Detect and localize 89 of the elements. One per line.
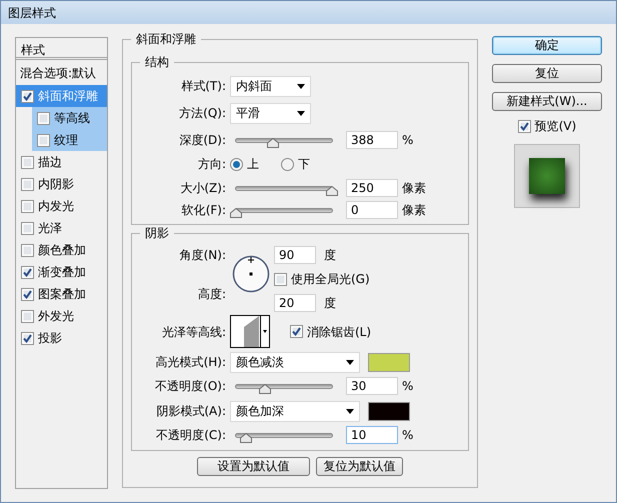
checkbox[interactable] bbox=[21, 332, 34, 344]
unit-label: 度 bbox=[324, 295, 336, 312]
color-swatch[interactable] bbox=[368, 402, 410, 420]
style-list-item[interactable]: 渐变叠加 bbox=[16, 261, 107, 283]
style-list-item[interactable]: 纹理 bbox=[32, 129, 107, 151]
unit-label: 度 bbox=[324, 247, 336, 264]
slider-thumb[interactable] bbox=[230, 208, 242, 218]
style-list-item[interactable]: 投影 bbox=[16, 327, 107, 349]
contour-picker[interactable] bbox=[230, 315, 270, 348]
style-list-item[interactable]: 颜色叠加 bbox=[16, 239, 107, 261]
input-field[interactable]: 250 bbox=[346, 179, 398, 197]
input-field[interactable]: 20 bbox=[274, 294, 316, 312]
style-list-item[interactable]: 描边 bbox=[16, 151, 107, 173]
unit-label: 像素 bbox=[402, 202, 426, 219]
input-field[interactable]: 10 bbox=[346, 426, 398, 444]
dialog-button[interactable]: 新建样式(W)... bbox=[492, 92, 602, 111]
dropdown[interactable]: 颜色加深 bbox=[230, 400, 360, 422]
caret-icon bbox=[297, 110, 305, 116]
field-label: 不透明度(O): bbox=[154, 378, 226, 395]
field-label: 高光模式(H): bbox=[154, 354, 226, 371]
input-field[interactable]: 90 bbox=[274, 246, 316, 264]
checkbox[interactable] bbox=[290, 325, 303, 338]
input-field[interactable]: 0 bbox=[346, 201, 398, 219]
field-label: 角度(N): bbox=[178, 247, 226, 264]
list-header: 样式 bbox=[16, 38, 107, 60]
checkbox[interactable] bbox=[21, 178, 34, 190]
checkbox[interactable] bbox=[21, 222, 34, 234]
style-list-item[interactable]: 混合选项:默认 bbox=[16, 60, 107, 85]
slider-thumb[interactable] bbox=[267, 138, 280, 148]
field-label: 软化(F): bbox=[180, 202, 226, 219]
dialog-button[interactable]: 确定 bbox=[492, 36, 602, 55]
style-list-item[interactable]: 内阴影 bbox=[16, 173, 107, 195]
checkbox[interactable] bbox=[518, 120, 531, 132]
checkbox[interactable] bbox=[21, 288, 34, 300]
checkbox-option[interactable]: 消除锯齿(L) bbox=[290, 322, 372, 340]
checkbox[interactable] bbox=[21, 266, 34, 278]
field-label: 不透明度(C): bbox=[155, 427, 226, 444]
slider-thumb[interactable] bbox=[258, 384, 271, 394]
style-list-item[interactable]: 内发光 bbox=[16, 195, 107, 217]
set-default-button[interactable]: 设置为默认值 bbox=[197, 457, 310, 476]
style-list-item[interactable]: 图案叠加 bbox=[16, 283, 107, 305]
radio-button[interactable] bbox=[230, 158, 243, 170]
slider-thumb[interactable] bbox=[326, 186, 338, 196]
dropdown[interactable]: 内斜面 bbox=[230, 76, 311, 96]
radio-option[interactable]: 下 bbox=[281, 155, 310, 173]
caret-icon bbox=[346, 360, 354, 364]
field-label: 阴影模式(A): bbox=[155, 403, 226, 420]
angle-dial[interactable] bbox=[232, 255, 270, 293]
slider-thumb[interactable] bbox=[240, 432, 252, 442]
radio-button[interactable] bbox=[281, 158, 294, 170]
group-title: 结构 bbox=[140, 54, 174, 70]
group-title: 阴影 bbox=[140, 225, 174, 241]
checkbox[interactable] bbox=[21, 310, 34, 322]
group-title: 斜面和浮雕 bbox=[131, 31, 201, 47]
field-label: 高度: bbox=[196, 286, 226, 303]
window-title: 图层样式 bbox=[8, 6, 56, 20]
style-list-item[interactable]: 外发光 bbox=[16, 305, 107, 327]
preview-thumbnail bbox=[514, 144, 580, 208]
dropdown[interactable]: 平滑 bbox=[230, 102, 311, 124]
unit-label: 像素 bbox=[402, 180, 426, 197]
unit-label: % bbox=[402, 427, 414, 444]
checkbox[interactable] bbox=[21, 156, 34, 168]
reset-default-button[interactable]: 复位为默认值 bbox=[316, 457, 403, 476]
caret-icon bbox=[297, 84, 305, 88]
checkbox[interactable] bbox=[37, 134, 50, 146]
field-label: 光泽等高线: bbox=[160, 324, 226, 340]
input-field[interactable]: 388 bbox=[346, 131, 398, 149]
caret-icon bbox=[346, 408, 354, 414]
field-label: 大小(Z): bbox=[179, 180, 226, 197]
radio-option[interactable]: 上 bbox=[230, 155, 259, 173]
color-swatch[interactable] bbox=[368, 352, 410, 372]
checkbox[interactable] bbox=[274, 272, 287, 286]
dialog-button[interactable]: 复位 bbox=[492, 64, 602, 83]
checkbox[interactable] bbox=[37, 112, 50, 124]
dropdown[interactable]: 颜色减淡 bbox=[230, 352, 360, 372]
checkbox-option[interactable]: 预览(V) bbox=[492, 117, 602, 135]
style-list-item[interactable]: 等高线 bbox=[32, 107, 107, 129]
checkbox[interactable] bbox=[21, 244, 34, 256]
input-field[interactable]: 30 bbox=[346, 377, 398, 395]
checkbox-label: 使用全局光(G) bbox=[291, 271, 370, 288]
style-list-item[interactable]: 光泽 bbox=[16, 217, 107, 239]
field-label: 方向: bbox=[196, 156, 226, 173]
field-label: 方法(Q): bbox=[178, 105, 226, 122]
unit-label: % bbox=[402, 132, 414, 149]
field-label: 深度(D): bbox=[178, 132, 226, 149]
checkbox[interactable] bbox=[21, 200, 34, 212]
checkbox[interactable] bbox=[21, 90, 34, 102]
field-label: 样式(T): bbox=[180, 78, 226, 95]
unit-label: % bbox=[402, 378, 414, 395]
